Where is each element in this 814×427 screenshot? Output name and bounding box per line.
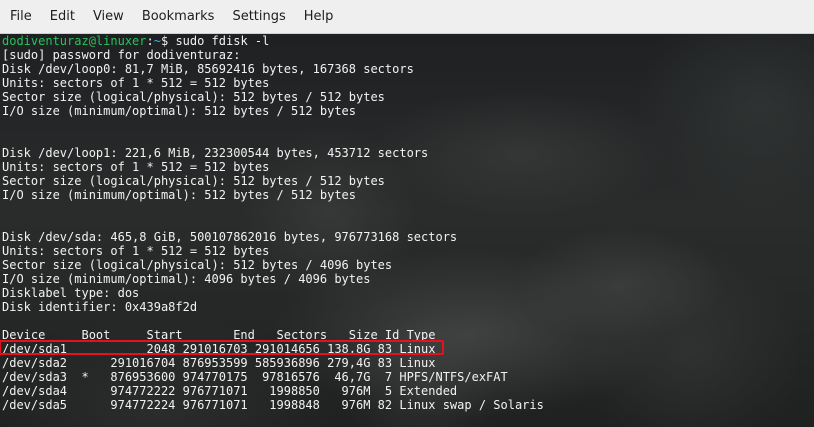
output-line: [sudo] password for dodiventuraz: bbox=[2, 48, 241, 62]
output-line: Disklabel type: dos bbox=[2, 286, 140, 300]
terminal-lines: dodiventuraz@linuxer:~$ sudo fdisk -l [s… bbox=[2, 34, 544, 412]
output-line: Disk /dev/sda: 465,8 GiB, 500107862016 b… bbox=[2, 230, 458, 244]
menu-bar: File Edit View Bookmarks Settings Help bbox=[0, 0, 814, 34]
prompt-path: ~ bbox=[153, 34, 161, 48]
output-line: Disk identifier: 0x439a8f2d bbox=[2, 300, 198, 314]
menu-edit[interactable]: Edit bbox=[41, 0, 84, 33]
partition-row-sda2: /dev/sda2 291016704 876953599 585936896 … bbox=[2, 356, 436, 370]
output-line: Sector size (logical/physical): 512 byte… bbox=[2, 90, 385, 104]
partition-row-sda5: /dev/sda5 974772224 976771071 1998848 97… bbox=[2, 398, 544, 412]
menu-view[interactable]: View bbox=[84, 0, 133, 33]
partition-row-sda3: /dev/sda3 * 876953600 974770175 97816576… bbox=[2, 370, 508, 384]
output-line: Disk /dev/loop0: 81,7 MiB, 85692416 byte… bbox=[2, 62, 414, 76]
prompt-command: sudo fdisk -l bbox=[175, 34, 270, 48]
prompt-symbol: $ bbox=[160, 34, 169, 48]
menu-file[interactable]: File bbox=[1, 0, 41, 33]
output-line: Units: sectors of 1 * 512 = 512 bytes bbox=[2, 244, 270, 258]
menu-settings[interactable]: Settings bbox=[223, 0, 294, 33]
prompt-line: dodiventuraz@linuxer:~$ sudo fdisk -l bbox=[2, 34, 270, 48]
partition-row-sda4: /dev/sda4 974772222 976771071 1998850 97… bbox=[2, 384, 458, 398]
output-line: I/O size (minimum/optimal): 512 bytes / … bbox=[2, 188, 357, 202]
output-line: Sector size (logical/physical): 512 byte… bbox=[2, 258, 393, 272]
output-line: Sector size (logical/physical): 512 byte… bbox=[2, 174, 385, 188]
output-line: Units: sectors of 1 * 512 = 512 bytes bbox=[2, 160, 270, 174]
menu-bookmarks[interactable]: Bookmarks bbox=[133, 0, 224, 33]
output-line: I/O size (minimum/optimal): 4096 bytes /… bbox=[2, 272, 371, 286]
output-line: Units: sectors of 1 * 512 = 512 bytes bbox=[2, 76, 270, 90]
terminal-output[interactable]: dodiventuraz@linuxer:~$ sudo fdisk -l [s… bbox=[0, 34, 814, 427]
output-line: Disk /dev/loop1: 221,6 MiB, 232300544 by… bbox=[2, 146, 429, 160]
highlight-box-sda1 bbox=[0, 340, 444, 355]
prompt-user-host: dodiventuraz@linuxer bbox=[2, 34, 147, 48]
output-line: I/O size (minimum/optimal): 512 bytes / … bbox=[2, 104, 357, 118]
menu-help[interactable]: Help bbox=[295, 0, 343, 33]
